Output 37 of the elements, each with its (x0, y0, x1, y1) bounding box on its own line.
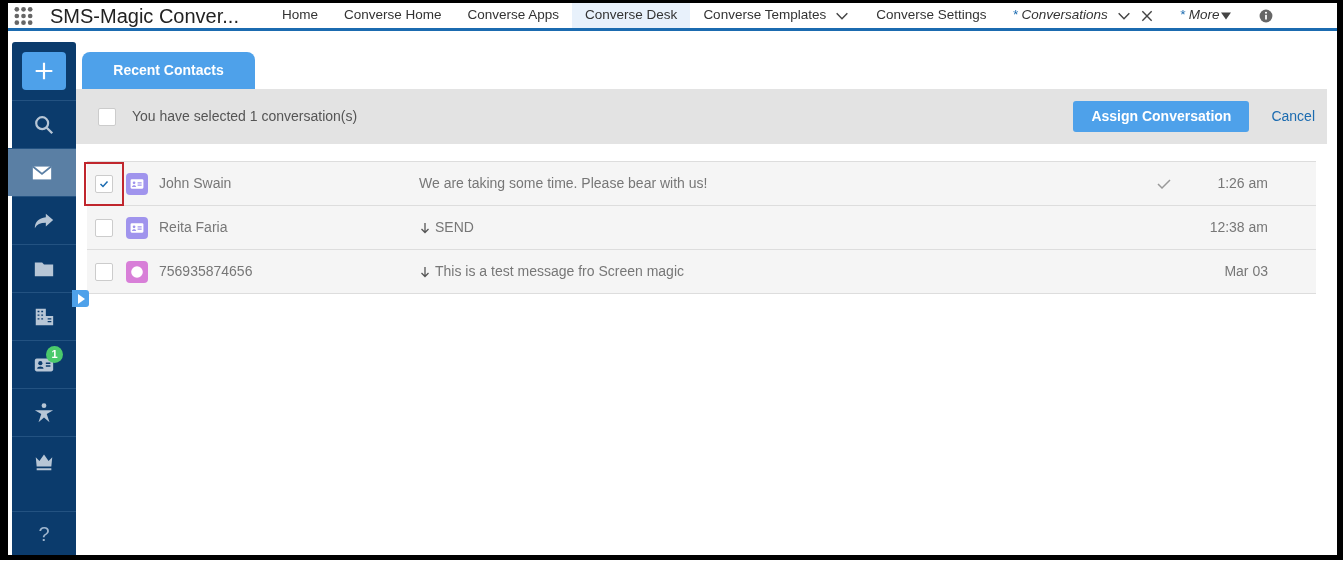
expand-button[interactable] (72, 290, 89, 307)
message-preview: We are taking some time. Please bear with us! (419, 174, 708, 193)
person-icon (33, 401, 55, 424)
message-time: 12:38 am (1208, 218, 1269, 237)
plus-icon (34, 61, 54, 81)
message-time: Mar 03 (1223, 262, 1269, 281)
help-button[interactable]: ? (12, 511, 76, 555)
search-icon (33, 113, 55, 136)
app-title: SMS-Magic Conver... (50, 3, 239, 29)
cancel-link[interactable]: Cancel (1271, 106, 1315, 127)
conversation-row[interactable]: Reita Faria SEND 12:38 am (87, 206, 1316, 250)
checkbox[interactable] (95, 262, 113, 281)
conversation-row[interactable]: John Swain We are taking some time. Please bear with us! 1:26 am (87, 162, 1316, 206)
info-icon[interactable] (1258, 8, 1273, 23)
contact-name: 756935874656 (159, 262, 254, 281)
close-icon[interactable] (1139, 8, 1154, 23)
nav-tab[interactable]: * Conversations (999, 3, 1167, 28)
new-button[interactable] (22, 52, 66, 90)
nav-tab[interactable]: Converse Home (330, 3, 455, 28)
contact-name: Reita Faria (159, 218, 229, 237)
message-time: 1:26 am (1216, 174, 1269, 193)
checkbox[interactable] (98, 107, 116, 126)
checkbox[interactable] (95, 218, 113, 237)
nav-tab[interactable]: Home (268, 3, 331, 28)
selection-text: You have selected 1 conversation(s) (132, 107, 358, 126)
nav-tab[interactable]: Converse Templates (690, 3, 864, 28)
checkbox[interactable] (95, 174, 113, 193)
message-preview: This is a test message fro Screen magic (435, 262, 684, 281)
count-badge: 1 (46, 346, 63, 363)
conversation-row[interactable]: 756935874656 This is a test message fro Screen magic Mar 03 (87, 250, 1316, 294)
sidebar-item[interactable] (8, 148, 76, 196)
message-preview: SEND (435, 218, 474, 237)
nav-tab[interactable]: Converse Settings (863, 3, 1000, 28)
contact-name: John Swain (159, 174, 233, 193)
nav-tab[interactable]: Converse Desk (572, 3, 691, 28)
nav-tab[interactable]: * More (1166, 3, 1245, 28)
nav-tab[interactable]: Converse Apps (454, 3, 573, 28)
